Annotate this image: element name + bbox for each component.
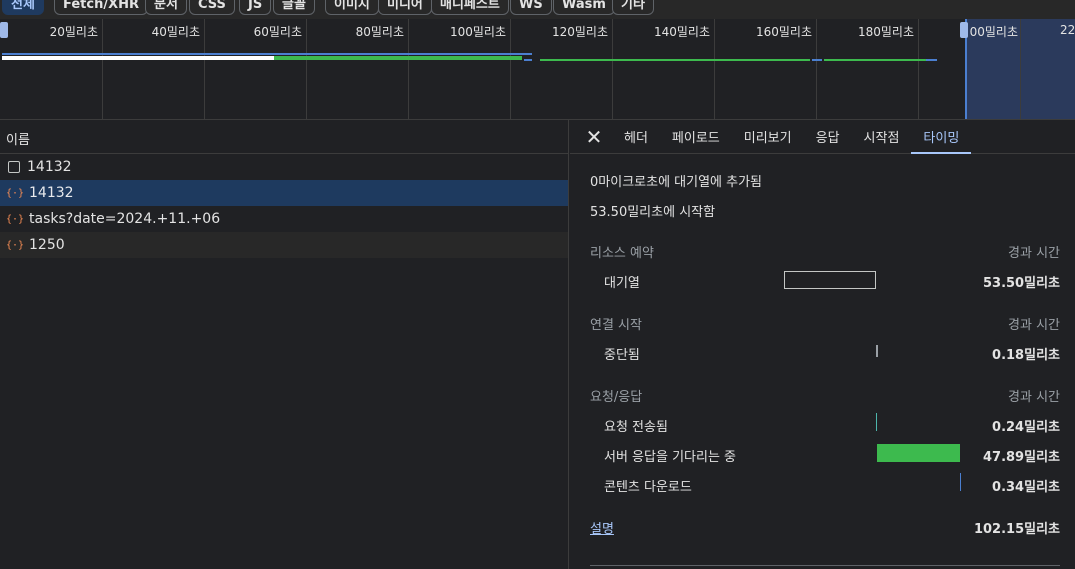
filter-fetch-xhr[interactable]: Fetch/XHR [54,0,149,15]
timing-value-queueing: 53.50밀리초 [982,276,1060,291]
tab-initiator[interactable]: 시작점 [852,120,912,153]
tick-line [612,19,613,119]
timing-bar-content-download [960,473,961,491]
filter-doc[interactable]: 문서 [145,0,187,15]
timing-value-request-sent: 0.24밀리초 [992,420,1060,435]
request-row[interactable]: {·} 1250 [0,232,568,258]
request-name: 14132 [29,185,74,201]
timing-bar-queueing [784,271,876,289]
divider [590,565,1060,566]
overview-bar-queue [2,56,274,60]
timing-value-stalled: 0.18밀리초 [992,348,1060,363]
section-title-connection-start: 연결 시작 [590,318,642,333]
tick-label: 160밀리초 [755,25,812,39]
tick-line [816,19,817,119]
filter-all[interactable]: 전체 [2,0,44,15]
tick-label: 100밀리초 [449,25,506,39]
tab-preview[interactable]: 미리보기 [732,120,804,153]
overview-right-handle[interactable] [960,22,968,38]
total-duration: 102.15밀리초 [973,522,1060,537]
filter-bar: 전체 Fetch/XHR 문서 CSS JS 글꼴 이미지 미디어 매니페스트 … [0,0,1075,19]
request-details: ✕ 헤더 페이로드 미리보기 응답 시작점 타이밍 0마이크로초에 대기열에 추… [570,120,1075,569]
request-row[interactable]: 14132 [0,154,568,180]
request-list: 이름 14132 {·} 14132 {·} tasks?date=2024.+… [0,120,569,569]
section-duration-header: 경과 시간 [1008,390,1060,405]
section-title-request-response: 요청/응답 [590,390,643,405]
request-name: 1250 [29,237,65,253]
filter-image[interactable]: 이미지 [325,0,379,15]
tick-line [918,19,919,119]
tick-label: 80밀리초 [355,25,404,39]
tick-label: 140밀리초 [653,25,710,39]
tick-line [714,19,715,119]
timing-label-content-download: 콘텐츠 다운로드 [604,480,692,495]
filter-other[interactable]: 기타 [612,0,654,15]
fetch-icon: {·} [5,239,25,251]
tick-label: 20밀리초 [49,25,98,39]
overview-bar-outline [2,53,532,55]
fetch-icon: {·} [5,187,25,199]
timing-panel: 0마이크로초에 대기열에 추가됨 53.50밀리초에 시작함 리소스 예약 경과… [570,154,1075,568]
timeline-overview[interactable]: 20밀리초 40밀리초 60밀리초 80밀리초 100밀리초 120밀리초 14… [0,19,1075,120]
details-tabs: ✕ 헤더 페이로드 미리보기 응답 시작점 타이밍 [570,120,1075,154]
timing-value-content-download: 0.34밀리초 [992,480,1060,495]
tick-line [510,19,511,119]
close-icon[interactable]: ✕ [582,120,606,153]
overview-bar-waiting [274,56,522,60]
tab-payload[interactable]: 페이로드 [660,120,732,153]
tick-label: 22 [1060,23,1075,37]
overview-bar-2-tail [812,59,822,61]
filter-ws[interactable]: WS [510,0,552,15]
tick-line [306,19,307,119]
overview-bar-3-tail [926,59,937,61]
section-title-resource-scheduling: 리소스 예약 [590,246,654,261]
started-at-text: 53.50밀리초에 시작함 [590,205,716,220]
document-icon [8,161,20,173]
tick-label: 180밀리초 [857,25,914,39]
request-name: tasks?date=2024.+11.+06 [29,211,221,227]
overview-bar-3 [824,59,926,61]
overview-bar-2 [540,59,810,61]
timing-label-request-sent: 요청 전송됨 [604,420,668,435]
tick-line [408,19,409,119]
timing-label-stalled: 중단됨 [604,348,640,363]
tick-line [102,19,103,119]
filter-font[interactable]: 글꼴 [273,0,315,15]
filter-manifest[interactable]: 매니페스트 [431,0,509,15]
section-duration-header: 경과 시간 [1008,246,1060,261]
tab-timing[interactable]: 타이밍 [911,120,972,154]
tab-headers[interactable]: 헤더 [612,120,660,153]
filter-wasm[interactable]: Wasm [553,0,615,15]
timing-bar-request-sent [876,413,877,431]
request-row[interactable]: {·} tasks?date=2024.+11.+06 [0,206,568,232]
timing-label-waiting: 서버 응답을 기다리는 중 [604,450,736,465]
timing-bar-stalled [876,345,878,357]
section-duration-header: 경과 시간 [1008,318,1060,333]
overview-bar-tail [524,59,532,61]
overview-left-handle[interactable] [0,22,8,38]
tab-response[interactable]: 응답 [804,120,852,153]
fetch-icon: {·} [5,213,25,225]
request-row-selected[interactable]: {·} 14132 [0,180,568,206]
tick-line [1020,19,1021,119]
tick-label: 120밀리초 [551,25,608,39]
name-column-header[interactable]: 이름 [0,120,568,154]
filter-css[interactable]: CSS [189,0,235,15]
filter-js[interactable]: JS [239,0,272,15]
tick-label: 00밀리초 [969,25,1018,39]
tick-line [204,19,205,119]
timing-value-waiting: 47.89밀리초 [982,450,1060,465]
timing-bar-waiting [877,444,960,462]
explanation-link[interactable]: 설명 [590,518,614,537]
tick-label: 40밀리초 [151,25,200,39]
filter-media[interactable]: 미디어 [378,0,432,15]
timing-label-queueing: 대기열 [604,276,640,291]
request-name: 14132 [27,159,72,175]
tick-label: 60밀리초 [253,25,302,39]
queued-at-text: 0마이크로초에 대기열에 추가됨 [590,175,763,190]
